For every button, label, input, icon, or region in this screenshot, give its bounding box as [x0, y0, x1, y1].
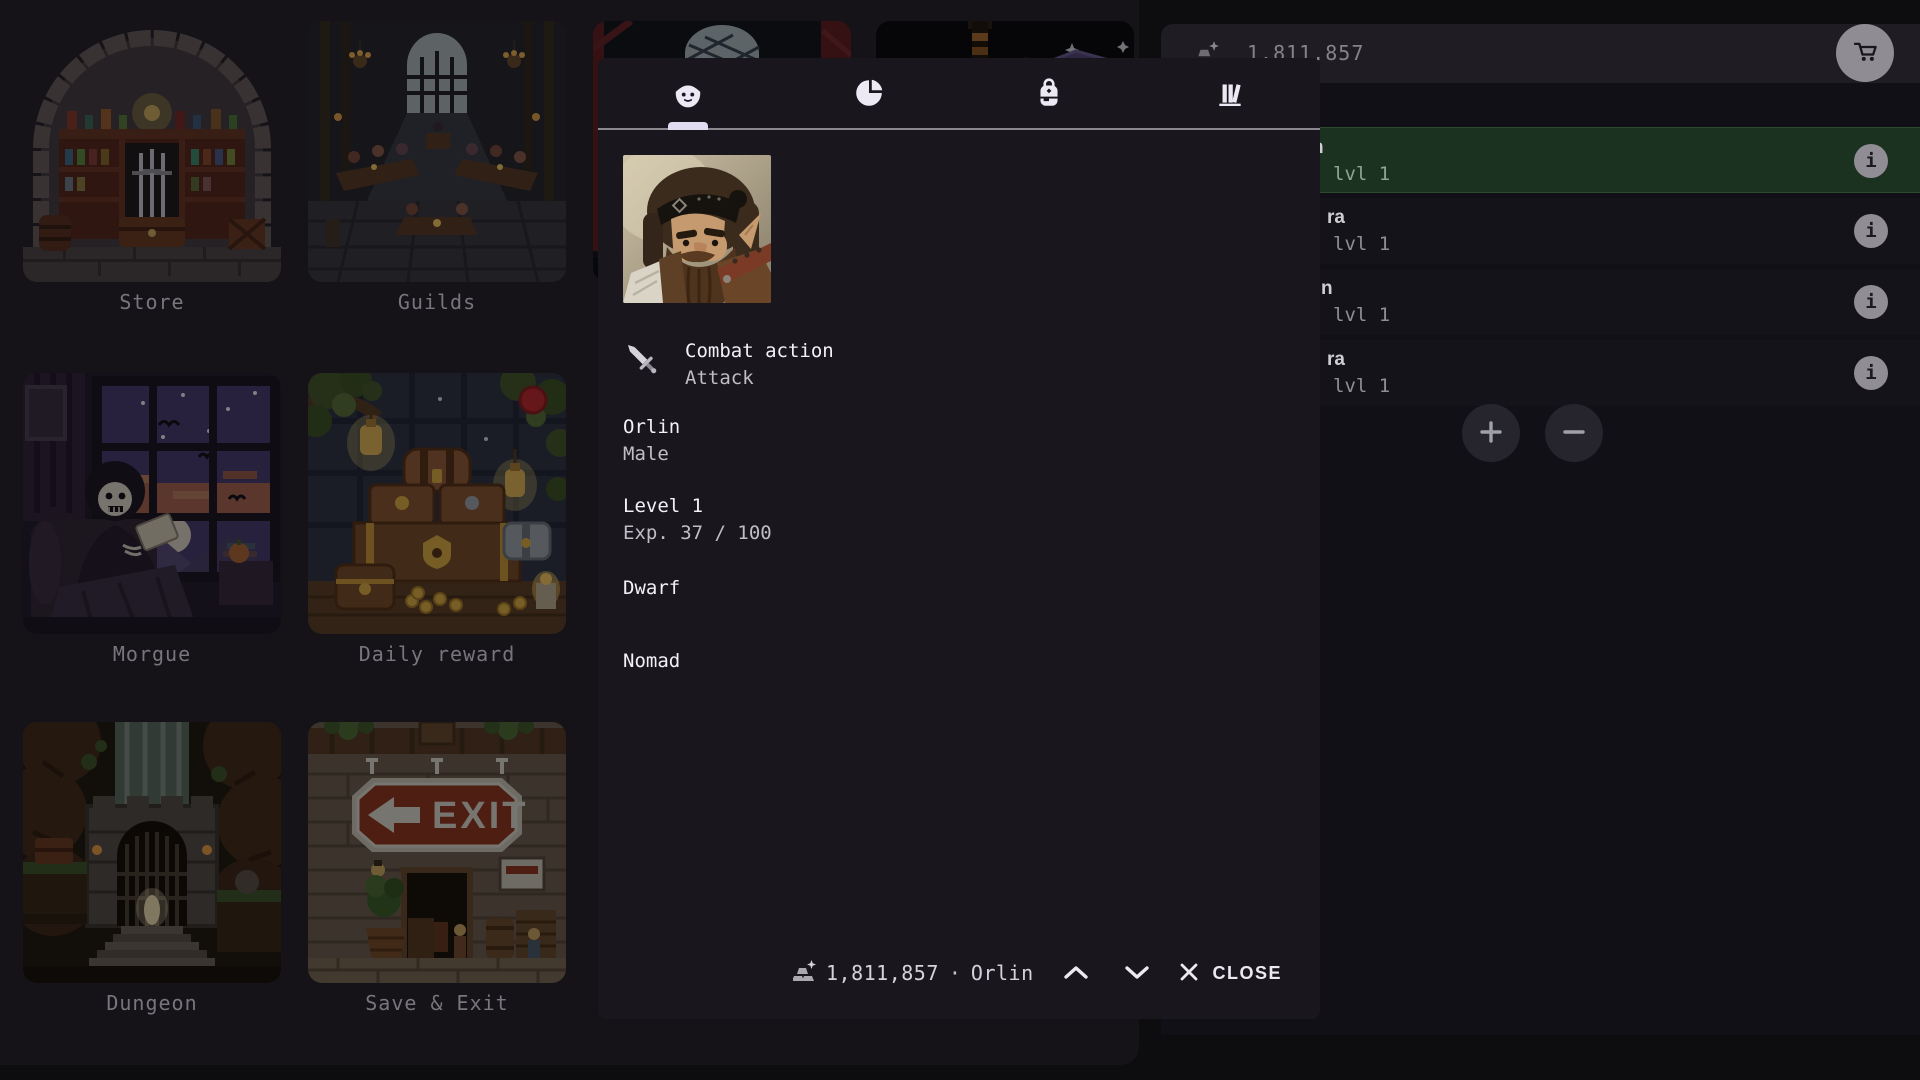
info-icon: i: [1865, 150, 1876, 172]
morgue-image: [23, 373, 281, 634]
tab-library[interactable]: [1140, 58, 1321, 130]
character-class: Nomad: [623, 648, 680, 675]
chevron-up-icon: [1062, 963, 1090, 984]
face-icon: [672, 77, 704, 112]
cart-button[interactable]: [1836, 24, 1894, 82]
exit-sign-text: EXIT: [432, 795, 528, 837]
modal-footer: 1,811,857 · Orlin CLOSE: [793, 955, 1282, 991]
shop-row-name: ra: [1327, 349, 1345, 371]
tab-character[interactable]: [598, 58, 779, 130]
pie-chart-icon: [853, 77, 885, 112]
game-screen: Store: [0, 0, 1920, 1080]
modal-tab-bar: [598, 58, 1320, 130]
guilds-image: [308, 21, 566, 282]
library-icon: [1214, 77, 1246, 112]
info-button[interactable]: i: [1854, 214, 1888, 248]
character-modal: Combat action Attack Orlin Male Level 1 …: [598, 58, 1320, 1019]
character-level: Level 1: [623, 493, 772, 520]
combat-action-block: Combat action Attack: [623, 338, 834, 392]
shop-row-name: ra: [1327, 207, 1345, 229]
tab-stats[interactable]: [779, 58, 960, 130]
add-button[interactable]: [1462, 404, 1520, 462]
info-button[interactable]: i: [1854, 356, 1888, 390]
footer-separator: ·: [949, 961, 961, 985]
shop-row-level: lvl 1: [1333, 375, 1390, 397]
info-button[interactable]: i: [1854, 144, 1888, 178]
tile-daily-reward-label: Daily reward: [308, 642, 566, 666]
combat-action-value: Attack: [685, 365, 834, 392]
tile-daily-reward[interactable]: Daily reward: [308, 373, 566, 666]
plus-icon: [1478, 419, 1504, 448]
info-button[interactable]: i: [1854, 285, 1888, 319]
active-tab-indicator: [668, 122, 708, 130]
remove-button[interactable]: [1545, 404, 1603, 462]
close-button-label: CLOSE: [1212, 963, 1282, 984]
footer-owner-name: Orlin: [971, 961, 1034, 985]
shop-row-level: lvl 1: [1333, 233, 1390, 255]
next-character-button[interactable]: [1118, 956, 1156, 990]
footer-amount: 1,811,857: [826, 961, 939, 985]
info-icon: i: [1865, 291, 1876, 313]
shop-row-level: lvl 1: [1333, 163, 1390, 185]
tile-store[interactable]: Store: [23, 21, 281, 314]
level-block: Level 1 Exp. 37 / 100: [623, 493, 772, 547]
daily-reward-image: [308, 373, 566, 634]
character-race: Dwarf: [623, 575, 680, 602]
save-exit-image: EXIT: [308, 722, 566, 983]
info-icon: i: [1865, 362, 1876, 384]
prev-character-button[interactable]: [1057, 956, 1095, 990]
tile-dungeon[interactable]: Dungeon: [23, 722, 281, 1015]
tile-dungeon-label: Dungeon: [23, 991, 281, 1015]
tile-morgue-label: Morgue: [23, 642, 281, 666]
tile-save-exit[interactable]: EXIT Save & Exit: [308, 722, 566, 1015]
character-portrait: [623, 155, 771, 303]
tile-guilds-label: Guilds: [308, 290, 566, 314]
minus-icon: [1561, 419, 1587, 448]
combat-action-title: Combat action: [685, 338, 834, 365]
shop-row-name: n: [1321, 278, 1333, 300]
info-icon: i: [1865, 220, 1876, 242]
tab-inventory[interactable]: [959, 58, 1140, 130]
character-name: Orlin: [623, 414, 680, 441]
tile-save-exit-label: Save & Exit: [308, 991, 566, 1015]
sword-icon: [623, 340, 663, 392]
shopping-cart-icon: [1850, 39, 1880, 68]
character-exp: Exp. 37 / 100: [623, 520, 772, 547]
x-icon: [1178, 961, 1200, 986]
chevron-down-icon: [1123, 963, 1151, 984]
tile-guilds[interactable]: Guilds: [308, 21, 566, 314]
character-gender: Male: [623, 441, 680, 468]
tile-morgue[interactable]: Morgue: [23, 373, 281, 666]
name-block: Orlin Male: [623, 414, 680, 468]
dungeon-image: [23, 722, 281, 983]
gold-ingots-icon: [793, 959, 817, 987]
store-image: [23, 21, 281, 282]
shop-row-level: lvl 1: [1333, 304, 1390, 326]
footer-balance: 1,811,857 · Orlin: [793, 959, 1034, 987]
backpack-icon: [1033, 77, 1065, 112]
close-button[interactable]: CLOSE: [1178, 961, 1282, 986]
tile-store-label: Store: [23, 290, 281, 314]
